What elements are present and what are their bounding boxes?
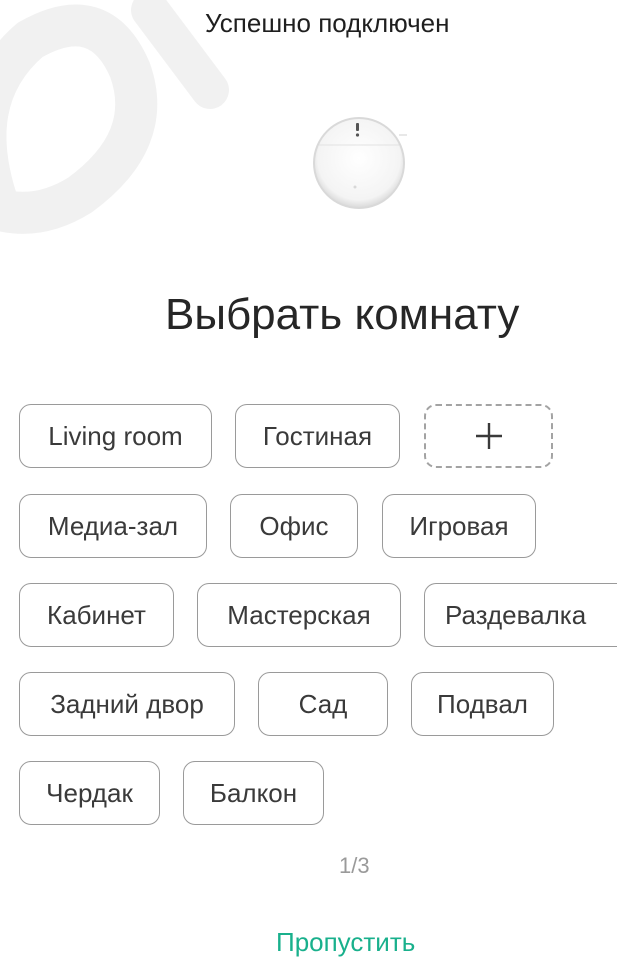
room-chip-label: Задний двор	[50, 688, 204, 719]
room-chip-label: Гостиная	[262, 420, 373, 451]
room-chip-kabinet[interactable]: Кабинет	[19, 583, 174, 647]
room-chip-podval[interactable]: Подвал	[411, 672, 554, 736]
room-chip-balkon[interactable]: Балкон	[183, 761, 324, 825]
connection-status: Успешно подключен	[205, 8, 450, 38]
room-chip-cherdak[interactable]: Чердак	[19, 761, 160, 825]
room-chip-razdevalka[interactable]: Раздевалка	[424, 583, 617, 647]
room-chip-label: Медиа-зал	[47, 510, 179, 541]
room-chip-media-zal[interactable]: Медиа-зал	[19, 494, 207, 558]
page-indicator: 1/3	[339, 853, 370, 878]
page-title: Выбрать комнату	[165, 290, 520, 339]
room-chip-label: Офис	[259, 510, 329, 541]
room-chip-label: Подвал	[437, 688, 528, 719]
plus-icon	[475, 423, 502, 449]
room-chip-label: Мастерская	[227, 599, 371, 630]
room-chip-masterskaya[interactable]: Мастерская	[197, 583, 401, 647]
skip-button[interactable]: Пропустить	[276, 927, 415, 958]
room-chip-label: Living room	[48, 420, 183, 451]
room-chip-ofis[interactable]: Офис	[230, 494, 358, 558]
room-chip-zadniy-dvor[interactable]: Задний двор	[19, 672, 235, 736]
room-chip-label: Сад	[298, 688, 348, 719]
add-room-button[interactable]	[424, 404, 553, 468]
room-chip-label: Чердак	[46, 777, 133, 808]
room-chip-sad[interactable]: Сад	[258, 672, 388, 736]
room-chip-gostinaya[interactable]: Гостиная	[235, 404, 400, 468]
room-chip-label: Кабинет	[47, 599, 146, 630]
room-chip-igrovaya[interactable]: Игровая	[382, 494, 536, 558]
robot-vacuum-icon	[313, 117, 407, 209]
room-chip-label: Игровая	[409, 510, 509, 541]
room-chip-label: Раздевалка	[445, 599, 587, 630]
room-chip-label: Балкон	[209, 777, 298, 808]
room-chip-living-room[interactable]: Living room	[19, 404, 212, 468]
